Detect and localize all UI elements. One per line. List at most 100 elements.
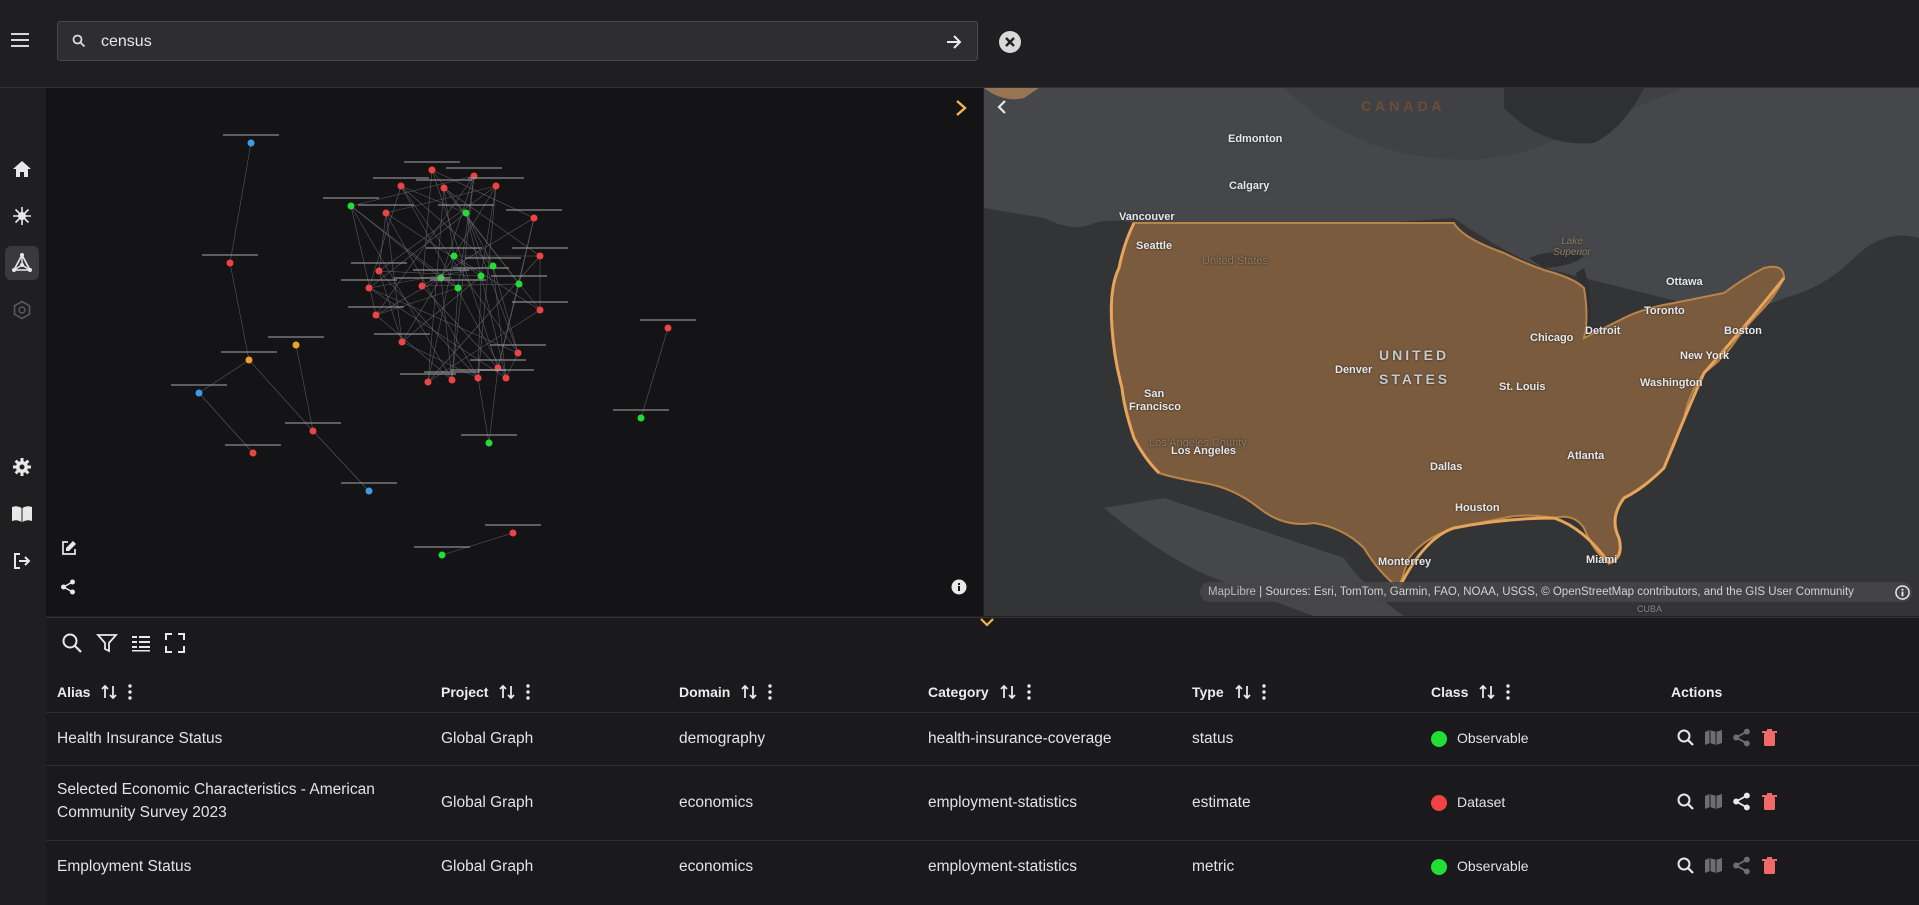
table-row[interactable]: Employment Status Global Graph economics… — [46, 840, 1919, 895]
sidebar-item-docs[interactable] — [5, 497, 39, 531]
fullscreen-icon[interactable] — [164, 632, 186, 654]
graph-node[interactable] — [536, 252, 544, 260]
sidebar-item-settings[interactable] — [5, 450, 39, 484]
graph-node[interactable] — [249, 449, 257, 457]
graph-view[interactable] — [46, 88, 983, 616]
maplibre-link[interactable]: MapLibre — [1208, 586, 1256, 598]
graph-node[interactable] — [492, 182, 500, 190]
column-header-category[interactable]: Category — [928, 680, 1031, 704]
graph-node[interactable] — [514, 349, 522, 357]
graph-node[interactable] — [247, 139, 255, 147]
graph-node[interactable] — [462, 209, 470, 217]
view-icon[interactable] — [1676, 792, 1695, 811]
graph-node[interactable] — [454, 284, 462, 292]
attribution-info-icon[interactable] — [1895, 585, 1910, 600]
share-icon[interactable] — [1732, 856, 1751, 875]
column-header-domain[interactable]: Domain — [679, 680, 773, 704]
sort-icon[interactable] — [498, 684, 516, 700]
view-icon[interactable] — [1676, 728, 1695, 747]
map-icon[interactable] — [1704, 856, 1723, 875]
graph-node[interactable] — [530, 214, 538, 222]
graph-node[interactable] — [448, 376, 456, 384]
graph-node[interactable] — [664, 324, 672, 332]
more-vertical-icon[interactable] — [1026, 684, 1031, 700]
graph-node[interactable] — [245, 356, 253, 364]
graph-node[interactable] — [226, 259, 234, 267]
graph-node[interactable] — [309, 427, 317, 435]
knowledge-graph-canvas[interactable] — [46, 88, 983, 616]
edit-icon[interactable] — [60, 539, 78, 557]
column-header-class[interactable]: Class — [1431, 680, 1511, 704]
sidebar-item-home[interactable] — [5, 152, 39, 186]
trash-icon[interactable] — [1760, 792, 1779, 811]
sidebar-item-logout[interactable] — [5, 544, 39, 578]
trash-icon[interactable] — [1760, 856, 1779, 875]
graph-node[interactable] — [418, 282, 426, 290]
graph-node[interactable] — [397, 182, 405, 190]
arrow-right-icon[interactable] — [945, 33, 963, 51]
graph-node[interactable] — [485, 439, 493, 447]
graph-node[interactable] — [365, 284, 373, 292]
more-vertical-icon[interactable] — [526, 684, 531, 700]
map-icon[interactable] — [1704, 792, 1723, 811]
graph-node[interactable] — [424, 378, 432, 386]
graph-node[interactable] — [347, 202, 355, 210]
sidebar-item-explore[interactable] — [5, 199, 39, 233]
graph-node[interactable] — [382, 209, 390, 217]
more-vertical-icon[interactable] — [1261, 684, 1266, 700]
sort-icon[interactable] — [1478, 684, 1496, 700]
graph-node[interactable] — [536, 306, 544, 314]
graph-node[interactable] — [474, 374, 482, 382]
column-label: Domain — [679, 684, 731, 700]
view-icon[interactable] — [1676, 856, 1695, 875]
graph-node[interactable] — [365, 487, 373, 495]
graph-edge — [440, 175, 475, 279]
graph-node[interactable] — [509, 529, 517, 537]
share-icon[interactable] — [1732, 728, 1751, 747]
chevron-left-icon[interactable] — [995, 98, 1009, 116]
graph-node[interactable] — [428, 166, 436, 174]
more-vertical-icon[interactable] — [128, 684, 133, 700]
table-row[interactable]: Health Insurance Status Global Graph dem… — [46, 712, 1919, 765]
column-header-project[interactable]: Project — [441, 680, 531, 704]
search-input[interactable] — [99, 28, 903, 56]
column-header-type[interactable]: Type — [1192, 680, 1266, 704]
graph-node[interactable] — [489, 262, 497, 270]
more-vertical-icon[interactable] — [1506, 684, 1511, 700]
sort-icon[interactable] — [999, 684, 1017, 700]
share-icon[interactable] — [1732, 792, 1751, 811]
sort-icon[interactable] — [1234, 684, 1252, 700]
sort-icon[interactable] — [100, 684, 118, 700]
graph-node[interactable] — [477, 272, 485, 280]
graph-node[interactable] — [195, 389, 203, 397]
more-vertical-icon[interactable] — [768, 684, 773, 700]
graph-node[interactable] — [502, 374, 510, 382]
sort-icon[interactable] — [740, 684, 758, 700]
menu-icon[interactable] — [11, 33, 29, 47]
graph-node[interactable] — [450, 252, 458, 260]
graph-node[interactable] — [372, 311, 380, 319]
map-icon[interactable] — [1704, 728, 1723, 747]
trash-icon[interactable] — [1760, 728, 1779, 747]
column-header-alias[interactable]: Alias — [57, 680, 133, 704]
info-icon[interactable] — [951, 579, 967, 595]
graph-node[interactable] — [637, 414, 645, 422]
filter-icon[interactable] — [96, 632, 118, 654]
chevron-down-icon[interactable] — [978, 616, 996, 630]
search-table-icon[interactable] — [61, 632, 83, 654]
graph-node[interactable] — [375, 267, 383, 275]
map-canvas[interactable] — [984, 88, 1919, 616]
graph-node[interactable] — [515, 280, 523, 288]
graph-node[interactable] — [438, 551, 446, 559]
columns-icon[interactable] — [130, 632, 152, 654]
table-row[interactable]: Selected Economic Characteristics - Amer… — [46, 765, 1919, 841]
sidebar-item-models[interactable] — [5, 293, 39, 327]
sidebar-item-graph[interactable] — [5, 246, 39, 280]
clear-search-button[interactable] — [999, 31, 1021, 53]
share-icon[interactable] — [60, 579, 76, 595]
chevron-right-icon[interactable] — [953, 98, 969, 118]
graph-node[interactable] — [440, 184, 448, 192]
graph-node[interactable] — [292, 341, 300, 349]
map-view[interactable]: CANADA Edmonton Calgary Vancouver Seattl… — [984, 88, 1919, 616]
graph-node[interactable] — [398, 338, 406, 346]
